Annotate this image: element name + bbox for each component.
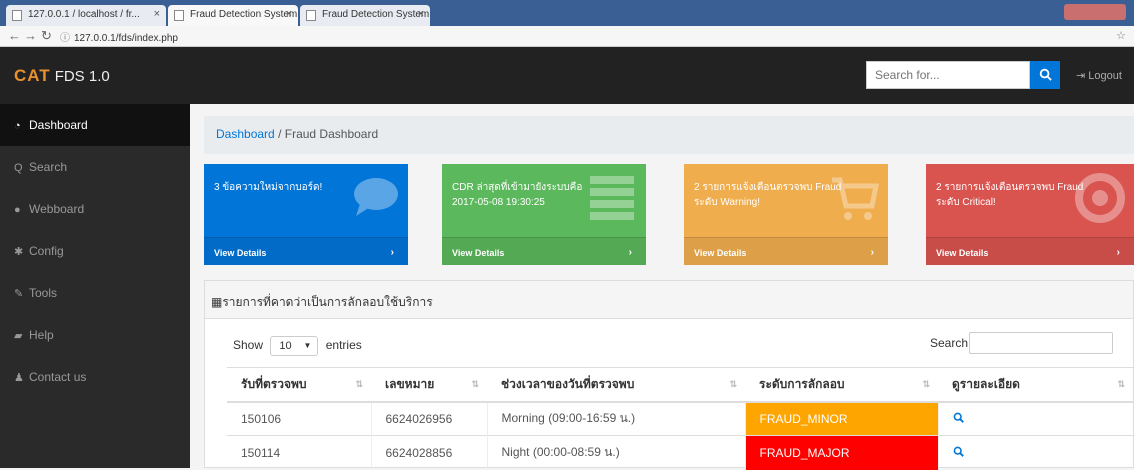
gear-icon: ✱: [14, 246, 24, 258]
sidebar-item-search[interactable]: Q Search: [0, 146, 190, 188]
sort-icon: ⇅: [471, 379, 479, 389]
table-card-header: ▦รายการที่คาดว่าเป็นการลักลอบใช้บริการ: [205, 281, 1133, 319]
page-icon: [306, 10, 316, 21]
browser-tab-strip: 127.0.0.1 / localhost / fr... × Fraud De…: [0, 0, 1134, 26]
cat-logo: CAT: [14, 66, 51, 85]
brand[interactable]: CAT FDS 1.0: [14, 66, 110, 86]
fraud-table: รับที่ตรวจพบ ⇅ เลขหมาย ⇅ ช่วงเวลาของวันที่…: [227, 367, 1133, 470]
dashboard-icon: ◔: [14, 120, 21, 132]
cell-period: Night (00:00-08:59 น.): [486, 435, 745, 470]
bookmark-star-icon[interactable]: ☆: [1116, 29, 1126, 42]
back-icon[interactable]: ←: [8, 28, 21, 43]
close-icon[interactable]: ×: [418, 8, 424, 20]
sidebar-item-tools[interactable]: ✎ Tools: [0, 272, 190, 314]
cell-period: Morning (09:00-16:59 น.): [486, 401, 745, 436]
magnifier-icon[interactable]: [953, 412, 964, 423]
card-view-details-link[interactable]: View Details ›: [442, 237, 646, 265]
search-icon: Q: [14, 162, 23, 174]
search-icon: [1039, 68, 1052, 81]
chevron-right-icon: ›: [390, 247, 394, 258]
card-new-messages: 3 ข้อความใหม่จากบอร์ด! View Details ›: [204, 164, 408, 265]
entries-select[interactable]: 10 ▼: [270, 336, 319, 356]
close-icon[interactable]: ×: [286, 8, 292, 20]
sidebar-item-contact-us[interactable]: ♟ Contact us: [0, 356, 190, 398]
browser-tab-fds-2[interactable]: Fraud Detection System ×: [300, 5, 430, 26]
info-icon: ⓘ: [60, 33, 70, 44]
browser-tab-phpmyadmin[interactable]: 127.0.0.1 / localhost / fr... ×: [6, 5, 166, 26]
chevron-right-icon: ›: [628, 247, 632, 258]
table-search-input[interactable]: [969, 332, 1113, 354]
table-controls: Show 10 ▼ entries Search:: [205, 319, 1134, 367]
sidebar: ◔ Dashboard Q Search ● Webboard ✱ Config ✎ To…: [0, 104, 190, 468]
forward-icon[interactable]: →: [24, 28, 37, 43]
caret-down-icon: ▼: [303, 341, 312, 350]
close-icon[interactable]: ×: [154, 8, 160, 20]
card-view-details-link[interactable]: View Details ›: [926, 237, 1134, 265]
sort-icon: ⇅: [922, 379, 930, 389]
column-header-details[interactable]: ดูรายละเอียด ⇅: [938, 367, 1133, 403]
card-view-details-link[interactable]: View Details ›: [204, 237, 408, 265]
top-navbar: CATFDS 1.0 ⇥ Logout: [0, 47, 1134, 104]
window-controls[interactable]: [1064, 4, 1126, 20]
reload-icon[interactable]: ↻: [41, 28, 52, 44]
wrench-icon: ✎: [14, 288, 24, 300]
table-row: 150114 6624028856 Night (00:00-08:59 น.)…: [227, 435, 1133, 470]
sort-icon: ⇅: [1117, 379, 1125, 389]
column-header-level[interactable]: ระดับการลักลอบ ⇅: [745, 367, 938, 403]
table-row: 150106 6624026956 Morning (09:00-16:59 น…: [227, 401, 1133, 436]
breadcrumb-current: Fraud Dashboard: [284, 127, 379, 141]
cell-date: 150106: [227, 401, 371, 436]
user-icon: ♟: [14, 372, 24, 384]
cell-number: 6624026956: [370, 401, 487, 436]
sign-out-icon: ⇥: [1076, 70, 1089, 82]
cell-details: [937, 401, 1133, 436]
chevron-right-icon: ›: [870, 247, 874, 258]
cell-level-badge: FRAUD_MAJOR: [744, 435, 938, 470]
cell-date: 150114: [227, 435, 371, 470]
column-header-number[interactable]: เลขหมาย ⇅: [371, 367, 487, 403]
page-icon: [12, 10, 22, 21]
app-version: FDS 1.0: [54, 68, 110, 85]
table-icon: ▦: [211, 295, 223, 309]
column-header-period[interactable]: ช่วงเวลาของวันที่ตรวจพบ ⇅: [487, 367, 745, 403]
entries-control: Show 10 ▼ entries: [233, 336, 362, 356]
card-fraud-critical: 2 รายการแจ้งเตือนตรวจพบ Fraud ระดับ Crit…: [926, 164, 1134, 265]
main-content: Dashboard / Fraud Dashboard 3 ข้อความใหม…: [190, 104, 1134, 470]
address-bar: ← → ↻ ⓘ 127.0.0.1/fds/index.php ☆: [0, 26, 1134, 47]
url-field[interactable]: ⓘ 127.0.0.1/fds/index.php: [60, 29, 178, 44]
sidebar-item-config[interactable]: ✱ Config: [0, 230, 190, 272]
table-search-label: Search:: [930, 336, 972, 350]
column-header-date[interactable]: รับที่ตรวจพบ ⇅: [227, 367, 371, 403]
breadcrumb-dashboard-link[interactable]: Dashboard: [216, 127, 275, 141]
search-button[interactable]: [1030, 61, 1060, 89]
card-latest-cdr: CDR ล่าสุดที่เข้ามายังระบบคือ 2017-05-08…: [442, 164, 646, 265]
fraud-table-card: ▦รายการที่คาดว่าเป็นการลักลอบใช้บริการ S…: [204, 280, 1134, 470]
cell-number: 6624028856: [370, 435, 487, 470]
card-fraud-warning: 2 รายการแจ้งเตือนตรวจพบ Fraud ระดับ Warn…: [684, 164, 888, 265]
browser-tab-fds-1[interactable]: Fraud Detection System ×: [168, 5, 298, 26]
book-icon: ▰: [14, 330, 23, 342]
magnifier-icon[interactable]: [953, 446, 964, 457]
card-view-details-link[interactable]: View Details ›: [684, 237, 888, 265]
sort-icon: ⇅: [355, 379, 363, 389]
cell-level-badge: FRAUD_MINOR: [744, 401, 938, 436]
sort-icon: ⇅: [729, 379, 737, 389]
sidebar-item-dashboard[interactable]: ◔ Dashboard: [0, 104, 190, 146]
page-icon: [174, 10, 184, 21]
breadcrumb: Dashboard / Fraud Dashboard: [204, 116, 1134, 154]
breadcrumb-separator: /: [278, 127, 282, 141]
sidebar-item-webboard[interactable]: ● Webboard: [0, 188, 190, 230]
table-header-row: รับที่ตรวจพบ ⇅ เลขหมาย ⇅ ช่วงเวลาของวันที่…: [227, 367, 1133, 403]
table-title: รายการที่คาดว่าเป็นการลักลอบใช้บริการ: [222, 295, 433, 309]
chevron-right-icon: ›: [1116, 247, 1120, 258]
sidebar-item-help[interactable]: ▰ Help: [0, 314, 190, 356]
search-input[interactable]: [866, 61, 1030, 89]
logout-link[interactable]: ⇥ Logout: [1076, 69, 1122, 82]
cell-details: [937, 435, 1133, 470]
comment-icon: ●: [14, 204, 21, 216]
